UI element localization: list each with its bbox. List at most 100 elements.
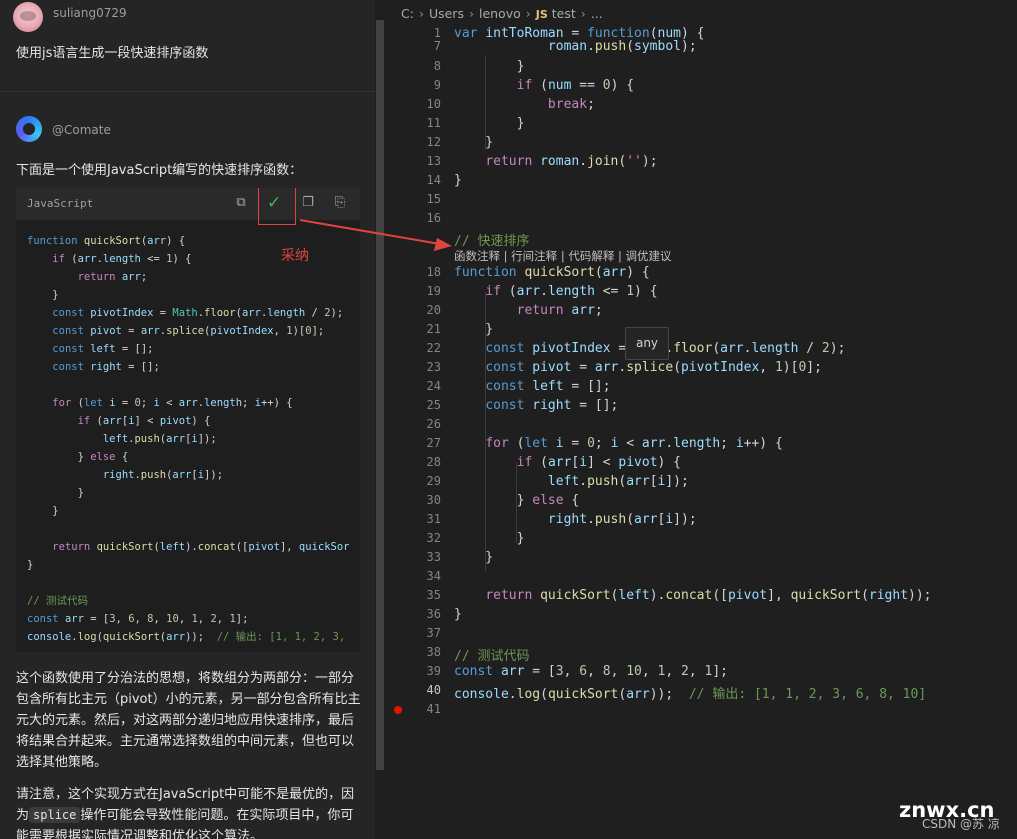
code-line[interactable]: function quickSort(arr) { [454, 265, 650, 280]
comment-line[interactable]: // 快速排序 [454, 230, 529, 249]
breadcrumb-item[interactable]: test [552, 6, 576, 21]
code-line[interactable]: right.push(arr[i]); [454, 512, 697, 527]
adopt-highlight-box: ✓ [258, 188, 296, 225]
code-line[interactable]: } [454, 173, 462, 188]
code-line[interactable]: } [454, 322, 493, 337]
line-number[interactable]: 34 [401, 569, 441, 583]
line-number[interactable]: 32 [401, 531, 441, 545]
line-number[interactable]: 36 [401, 607, 441, 621]
line-number[interactable]: 13 [401, 154, 441, 168]
user-message: 使用js语言生成一段快速排序函数 [16, 46, 209, 61]
insert-icon[interactable]: ⧉ [233, 195, 249, 211]
code-line: } else { [27, 451, 129, 463]
indent-guide [516, 501, 517, 541]
line-number[interactable]: 40 [401, 683, 441, 697]
new-file-icon[interactable]: ⎘ [332, 195, 348, 211]
line-number[interactable]: 9 [401, 78, 441, 92]
code-line[interactable]: } [454, 135, 493, 150]
breakpoint-icon[interactable] [394, 706, 402, 714]
code-line: const right = []; [52, 361, 160, 373]
line-number[interactable]: 1 [401, 26, 441, 40]
type-hover-tooltip: any [625, 327, 669, 360]
code-line[interactable]: for (let i = 0; i < arr.length; i++) { [454, 436, 782, 451]
line-number[interactable]: 12 [401, 135, 441, 149]
credit-text: CSDN @苏 凉 [922, 817, 1000, 831]
code-line[interactable]: return quickSort(left).concat([pivot], q… [454, 588, 931, 603]
line-number[interactable]: 26 [401, 417, 441, 431]
chat-panel: suliang0729 使用js语言生成一段快速排序函数 @Comate 下面是… [0, 0, 375, 839]
code-language-label: JavaScript [27, 197, 94, 210]
line-number[interactable]: 25 [401, 398, 441, 412]
line-number[interactable]: 41 [401, 702, 441, 716]
line-number[interactable]: 18 [401, 265, 441, 279]
adopt-annotation: 采纳 [281, 248, 309, 264]
code-editor[interactable]: C: › Users › lenovo › JS test ›... 1 7 8 9 10 11 12 13 1… [391, 0, 1017, 839]
code-line[interactable]: } [454, 116, 525, 131]
code-line: left.push(arr[i]); [102, 433, 217, 445]
code-line: return arr; [77, 271, 148, 283]
code-line[interactable]: const right = []; [454, 398, 618, 413]
code-line[interactable]: // 测试代码 [454, 645, 529, 664]
line-number[interactable]: 20 [401, 303, 441, 317]
breadcrumb-item[interactable]: lenovo [479, 6, 521, 21]
line-number[interactable]: 23 [401, 360, 441, 374]
line-number[interactable]: 8 [401, 59, 441, 73]
adopt-check-icon[interactable]: ✓ [267, 193, 281, 213]
chat-code: function quickSort(arr) { if (arr.length… [27, 232, 350, 646]
indent-guide [485, 292, 486, 572]
code-line[interactable]: return roman.join(''); [454, 154, 657, 169]
code-line[interactable]: return arr; [454, 303, 603, 318]
code-line: const pivotIndex = Math.floor(arr.length… [52, 307, 344, 319]
code-line[interactable]: } [454, 607, 462, 622]
line-number[interactable]: 16 [401, 211, 441, 225]
line-number[interactable]: 24 [401, 379, 441, 393]
code-line[interactable]: if (num == 0) { [454, 78, 634, 93]
line-number[interactable]: 33 [401, 550, 441, 564]
scrollbar-thumb[interactable] [376, 20, 384, 770]
line-number[interactable]: 37 [401, 626, 441, 640]
chat-scrollbar[interactable] [375, 0, 385, 839]
line-number[interactable]: 31 [401, 512, 441, 526]
line-number[interactable]: 11 [401, 116, 441, 130]
code-line: for (let i = 0; i < arr.length; i++) { [52, 397, 293, 409]
line-number[interactable]: 39 [401, 664, 441, 678]
user-name: suliang0729 [53, 6, 127, 20]
line-number[interactable]: 7 [401, 39, 441, 53]
code-line[interactable]: } [454, 531, 525, 546]
code-line: // 测试代码 [27, 595, 88, 607]
code-line[interactable]: const arr = [3, 6, 8, 10, 1, 2, 1]; [454, 664, 728, 679]
line-number[interactable]: 14 [401, 173, 441, 187]
code-line[interactable]: const left = []; [454, 379, 610, 394]
code-line[interactable]: roman.push(symbol); [454, 39, 697, 54]
line-number[interactable]: 29 [401, 474, 441, 488]
line-number[interactable]: 22 [401, 341, 441, 355]
line-number[interactable]: 38 [401, 645, 441, 659]
code-line: return quickSort(left).concat([pivot], q… [52, 541, 350, 553]
code-line: console.log(quickSort(arr)); // 输出: [1, … [27, 631, 346, 643]
code-line: if (arr[i] < pivot) { [77, 415, 211, 427]
code-line: } [27, 289, 59, 301]
code-line[interactable]: console.log(quickSort(arr)); // 输出: [1, … [454, 683, 926, 702]
code-line[interactable]: const pivot = arr.splice(pivotIndex, 1)[… [454, 360, 822, 375]
breadcrumb-item[interactable]: ... [591, 6, 603, 21]
line-number[interactable]: 21 [401, 322, 441, 336]
note-paragraph: 请注意，这个实现方式在JavaScript中可能不是最优的，因为 splice 操作… [16, 784, 361, 839]
copy-icon[interactable]: ❐ [300, 195, 316, 211]
chevron-right-icon: › [580, 6, 586, 21]
code-line[interactable]: left.push(arr[i]); [454, 474, 689, 489]
line-number[interactable]: 27 [401, 436, 441, 450]
line-number[interactable]: 19 [401, 284, 441, 298]
line-number[interactable]: 30 [401, 493, 441, 507]
codelens-actions[interactable]: 函数注释 | 行间注释 | 代码解释 | 调优建议 [454, 248, 672, 264]
comate-logo-icon [16, 116, 42, 142]
code-line[interactable]: } [454, 550, 493, 565]
line-number[interactable]: 15 [401, 192, 441, 206]
line-number[interactable]: 35 [401, 588, 441, 602]
code-line[interactable]: } [454, 59, 525, 74]
inline-code-splice: splice [29, 807, 81, 823]
line-number[interactable]: 28 [401, 455, 441, 469]
code-line[interactable]: if (arr[i] < pivot) { [454, 455, 681, 470]
code-line: const pivot = arr.splice(pivotIndex, 1)[… [52, 325, 325, 337]
code-line[interactable]: break; [454, 97, 595, 112]
line-number[interactable]: 10 [401, 97, 441, 111]
